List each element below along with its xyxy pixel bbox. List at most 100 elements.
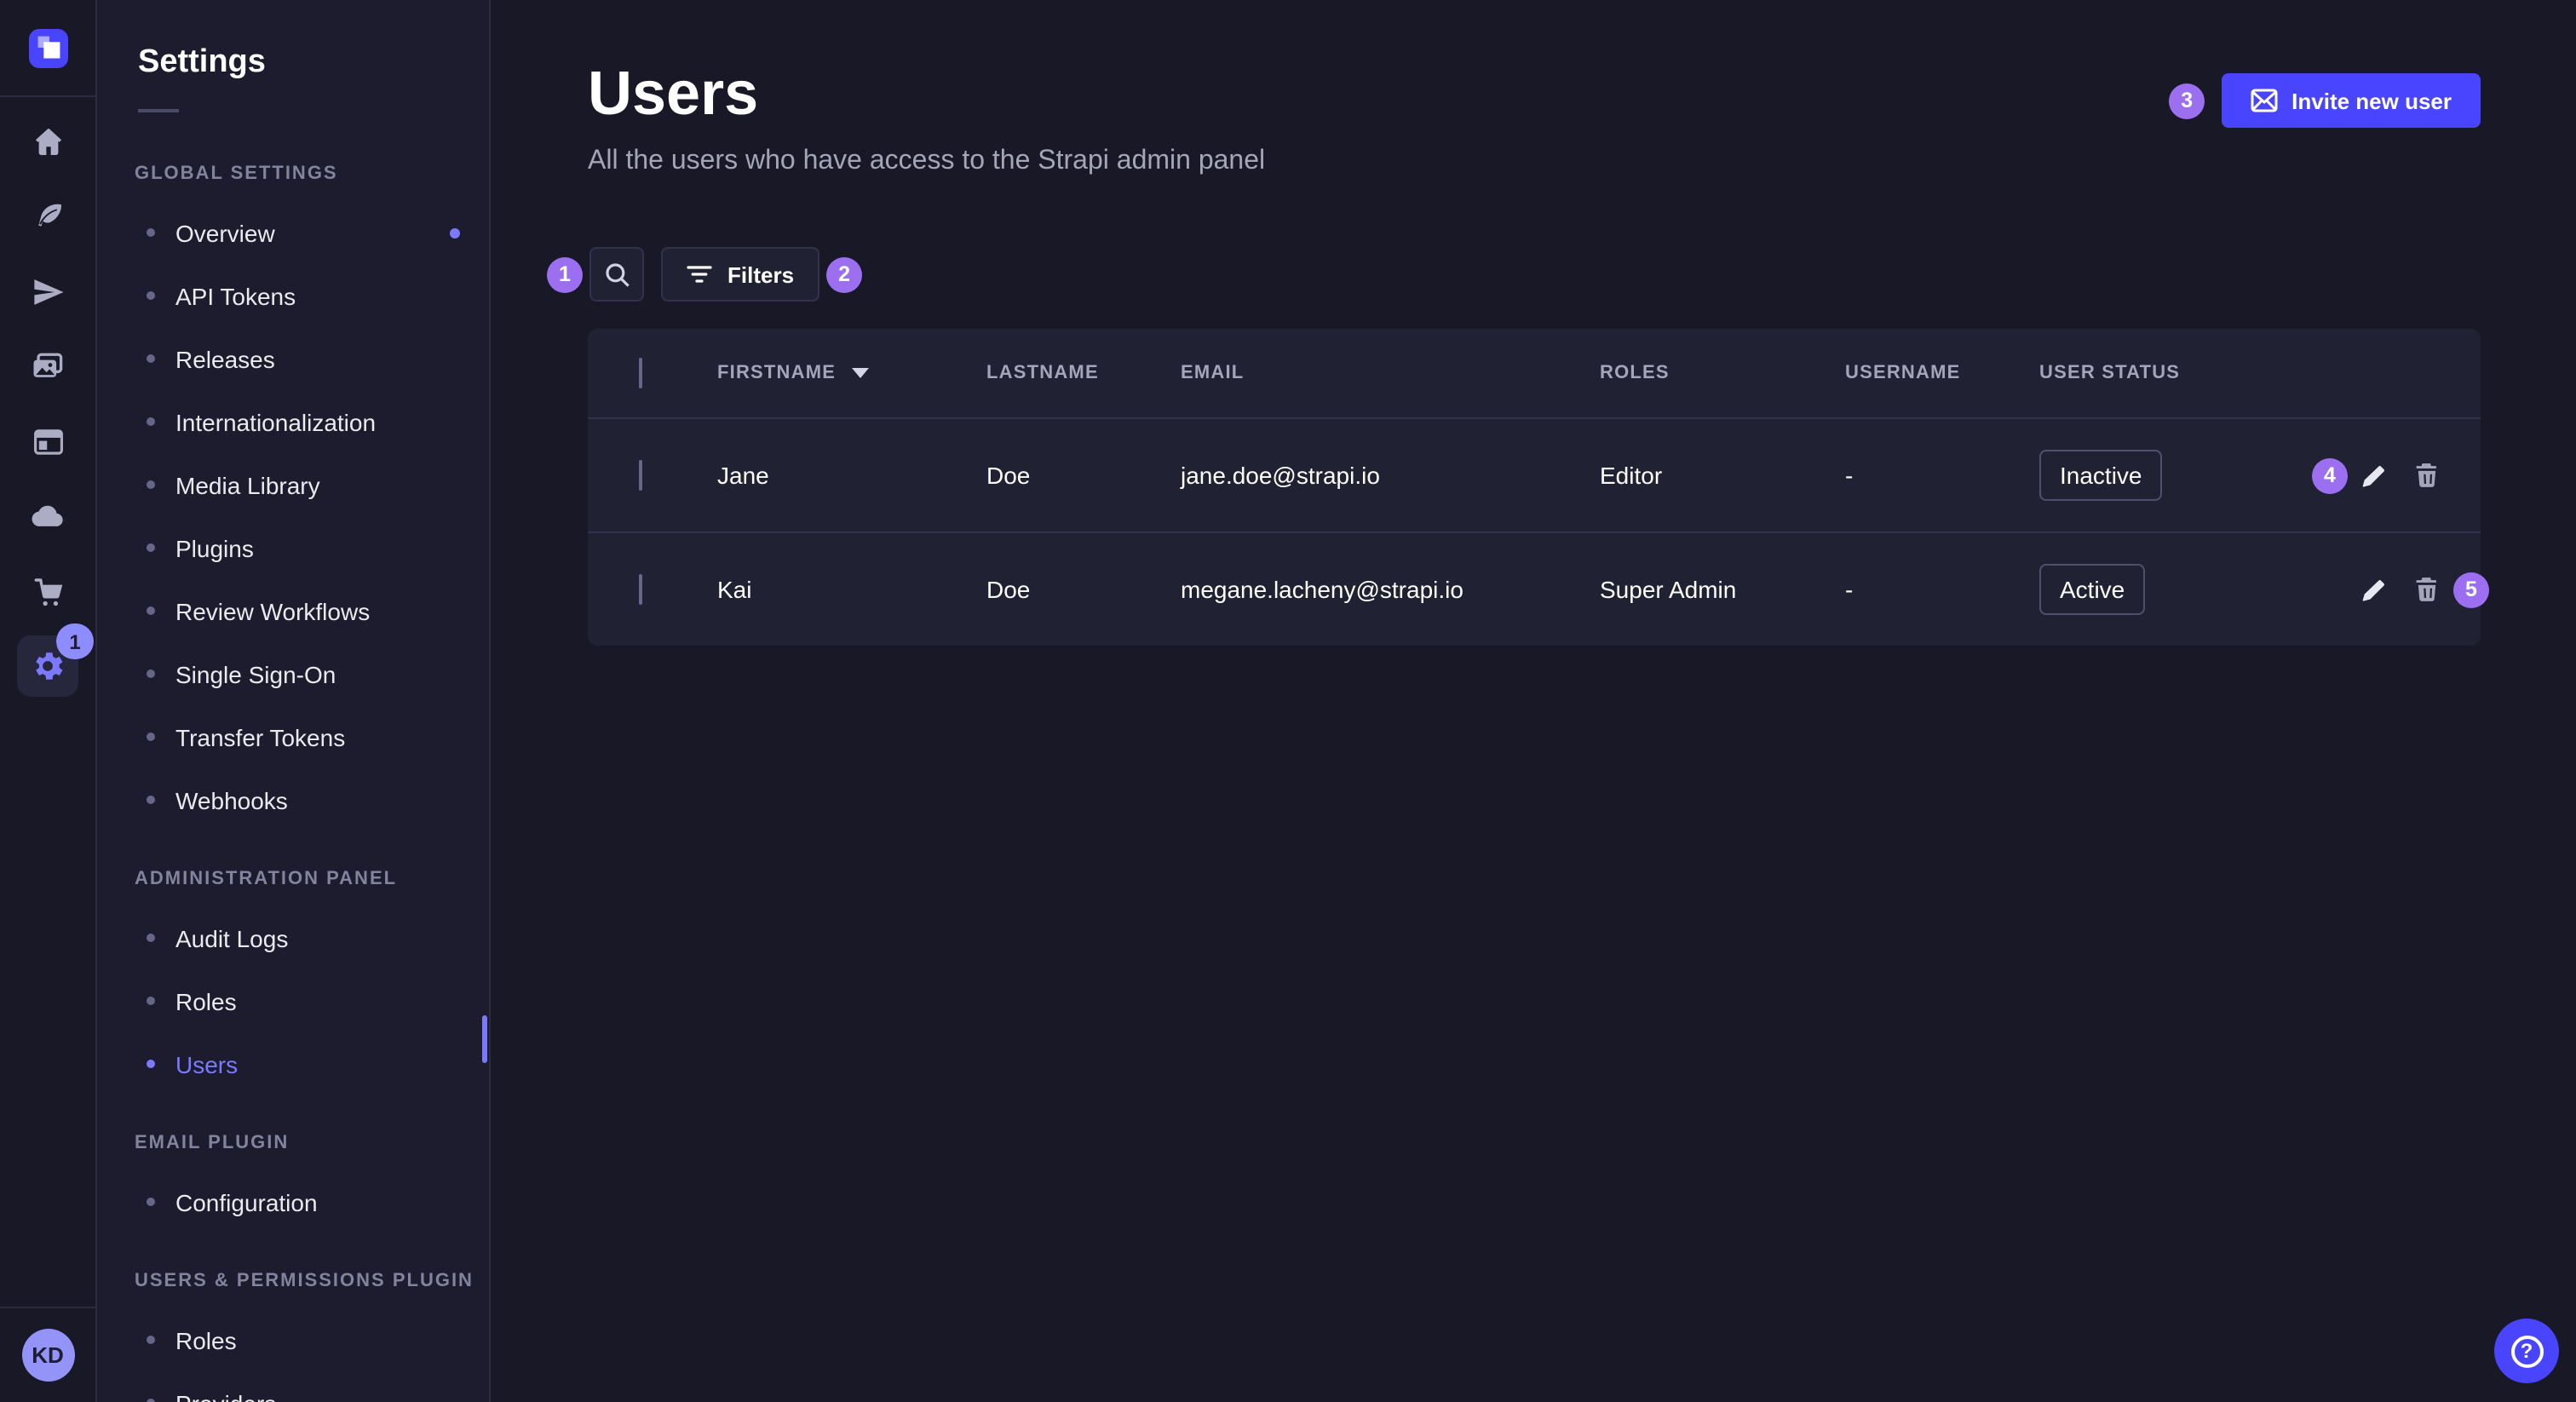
subnav-item-label: Transfer Tokens <box>175 723 345 750</box>
subnav-item-overview[interactable]: Overview <box>97 201 489 264</box>
invite-new-user-button[interactable]: Invite new user <box>2222 73 2481 128</box>
filter-icon <box>687 264 712 284</box>
subnav-item-up-roles[interactable]: Roles <box>97 1308 489 1371</box>
delete-button[interactable] <box>2414 576 2440 603</box>
subnav-item-transfer-tokens[interactable]: Transfer Tokens <box>97 705 489 768</box>
subnav-item-admin-roles[interactable]: Roles <box>97 969 489 1032</box>
subnav-item-label: Review Workflows <box>175 597 370 624</box>
settings-gear-icon[interactable]: 1 <box>17 635 78 697</box>
bullet <box>147 1060 155 1068</box>
subnav-item-audit-logs[interactable]: Audit Logs <box>97 906 489 969</box>
annotation-badge-3: 3 <box>2169 83 2205 118</box>
status-badge: Active <box>2039 564 2145 615</box>
cell-firstname: Kai <box>690 576 959 603</box>
users-page: Users All the users who have access to t… <box>491 0 2576 1402</box>
bullet <box>147 480 155 489</box>
subnav-item-label: Configuration <box>175 1188 318 1215</box>
filters-button[interactable]: Filters <box>661 247 819 302</box>
subnav-item-label: Releases <box>175 345 275 372</box>
subnav-item-label: Providers <box>175 1389 276 1402</box>
cell-username: - <box>1818 576 2012 603</box>
edit-button[interactable] <box>2361 463 2387 488</box>
header-actions: 3 Invite new user <box>2169 73 2481 128</box>
subnav-divider <box>138 109 179 112</box>
marketplace-cart-icon[interactable] <box>17 560 78 622</box>
subnav-item-label: Roles <box>175 1326 237 1353</box>
section-label-email-plugin: EMAIL PLUGIN <box>135 1133 489 1153</box>
subnav-item-label: Overview <box>175 219 275 246</box>
settings-subnav: Settings GLOBAL SETTINGS Overview API To… <box>97 0 491 1402</box>
strapi-logo[interactable] <box>28 28 67 67</box>
edit-button[interactable] <box>2361 577 2387 602</box>
row-checkbox[interactable] <box>639 460 642 491</box>
cell-lastname: Doe <box>959 576 1153 603</box>
subnav-title: Settings <box>138 44 489 82</box>
cell-roles: Editor <box>1573 462 1818 489</box>
bullet <box>147 291 155 300</box>
section-administration-panel: Audit Logs Roles Users <box>97 906 489 1095</box>
subnav-item-label: Plugins <box>175 534 254 561</box>
bullet <box>147 1399 155 1402</box>
select-all-checkbox[interactable] <box>639 358 642 388</box>
row-actions: 5 <box>2285 572 2513 607</box>
trash-icon <box>2414 576 2440 603</box>
list-toolbar: 1 Filters 2 <box>588 247 2481 302</box>
bullet <box>147 934 155 942</box>
filters-label: Filters <box>727 261 794 287</box>
settings-notification-badge: 1 <box>56 623 94 659</box>
page-subtitle: All the users who have access to the Str… <box>588 147 1265 177</box>
subnav-item-label: Media Library <box>175 471 320 498</box>
section-label-global-settings: GLOBAL SETTINGS <box>135 164 489 184</box>
subnav-scrollbar-thumb[interactable] <box>482 1015 487 1063</box>
subnav-item-label: Webhooks <box>175 786 288 813</box>
column-header-firstname[interactable]: FIRSTNAME <box>690 363 959 383</box>
user-avatar[interactable]: KD <box>21 1329 74 1382</box>
pencil-icon <box>2361 577 2387 602</box>
bullet <box>147 1336 155 1344</box>
section-global-settings: Overview API Tokens Releases Internation… <box>97 201 489 831</box>
subnav-item-label: Roles <box>175 987 237 1014</box>
subnav-item-plugins[interactable]: Plugins <box>97 516 489 579</box>
media-library-icon[interactable] <box>17 336 78 397</box>
subnav-item-single-sign-on[interactable]: Single Sign-On <box>97 642 489 705</box>
sort-desc-icon <box>851 368 868 378</box>
cloud-icon[interactable] <box>17 486 78 547</box>
subnav-item-api-tokens[interactable]: API Tokens <box>97 264 489 327</box>
overview-notification-dot <box>450 227 460 238</box>
row-actions: 4 <box>2285 457 2513 493</box>
bullet <box>147 354 155 363</box>
subnav-item-configuration[interactable]: Configuration <box>97 1170 489 1233</box>
annotation-badge-2: 2 <box>826 256 862 292</box>
subnav-item-releases[interactable]: Releases <box>97 327 489 390</box>
bullet <box>147 997 155 1005</box>
cell-firstname: Jane <box>690 462 959 489</box>
annotation-badge-5: 5 <box>2453 572 2489 607</box>
subnav-item-review-workflows[interactable]: Review Workflows <box>97 579 489 642</box>
subnav-item-webhooks[interactable]: Webhooks <box>97 768 489 831</box>
table-row-kai: Kai Doe megane.lacheny@strapi.io Super A… <box>588 531 2481 646</box>
strapi-admin-app: 1 KD Settings GLOBAL SETTINGS Overview A… <box>0 0 2576 1402</box>
page-header-text: Users All the users who have access to t… <box>588 58 1265 177</box>
subnav-item-users-active[interactable]: Users <box>97 1032 489 1095</box>
subnav-item-providers[interactable]: Providers <box>97 1371 489 1402</box>
row-checkbox[interactable] <box>639 574 642 605</box>
content-layout-icon[interactable] <box>17 411 78 472</box>
bullet <box>147 543 155 552</box>
rail-icon-list: 1 <box>17 97 78 697</box>
search-button[interactable] <box>589 247 644 302</box>
pencil-icon <box>2361 463 2387 488</box>
envelope-icon <box>2251 89 2278 112</box>
section-users-permissions-plugin: Roles Providers <box>97 1308 489 1402</box>
column-header-username: USERNAME <box>1818 363 2012 383</box>
feather-icon[interactable] <box>17 186 78 247</box>
paper-plane-icon[interactable] <box>17 261 78 322</box>
delete-button[interactable] <box>2414 462 2440 489</box>
bullet <box>147 733 155 741</box>
section-email-plugin: Configuration <box>97 1170 489 1233</box>
subnav-item-media-library[interactable]: Media Library <box>97 453 489 516</box>
subnav-item-internationalization[interactable]: Internationalization <box>97 390 489 453</box>
bullet <box>147 417 155 426</box>
annotation-badge-1: 1 <box>547 256 583 292</box>
home-icon[interactable] <box>17 111 78 172</box>
help-button[interactable]: ? <box>2494 1319 2559 1383</box>
